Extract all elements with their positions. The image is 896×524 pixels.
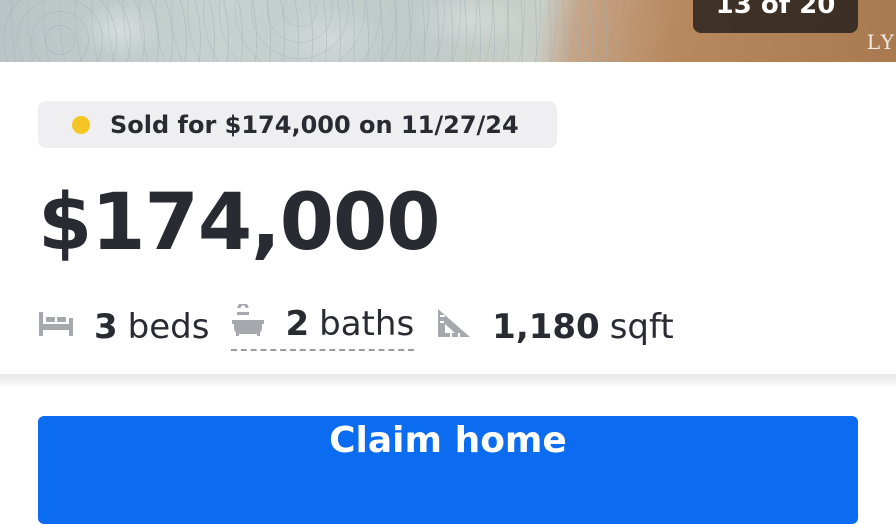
beds-fact: 3 beds: [38, 307, 209, 347]
photo-watermark: LY: [866, 30, 896, 54]
photo-counter: 13 of 20: [693, 0, 858, 33]
claim-home-label: Claim home: [329, 420, 567, 461]
listing-photo[interactable]: 13 of 20 LY: [0, 0, 896, 62]
beds-unit: beds: [127, 307, 210, 347]
claim-home-button[interactable]: Claim home: [38, 416, 858, 524]
sqft-unit: sqft: [609, 307, 674, 347]
photo-counter-text: 13 of 20: [715, 0, 836, 20]
status-dot-icon: [72, 116, 90, 134]
section-divider: [0, 374, 896, 388]
sqft-fact: 1,180 sqft: [436, 307, 674, 348]
baths-value: 2: [285, 304, 310, 344]
bed-icon: [38, 307, 74, 347]
photo-texture: [0, 0, 620, 62]
baths-unit: baths: [319, 304, 415, 344]
home-facts: 3 beds 2 baths 1,180 sqft: [38, 300, 674, 354]
bathtub-icon: [231, 302, 265, 345]
sqft-value: 1,180: [492, 307, 600, 347]
sold-status-badge: Sold for $174,000 on 11/27/24: [38, 101, 557, 148]
baths-fact[interactable]: 2 baths: [231, 302, 415, 351]
listing-price: $174,000: [38, 178, 441, 268]
ruler-triangle-icon: [436, 307, 472, 348]
sold-status-text: Sold for $174,000 on 11/27/24: [110, 110, 519, 139]
beds-value: 3: [94, 307, 118, 347]
